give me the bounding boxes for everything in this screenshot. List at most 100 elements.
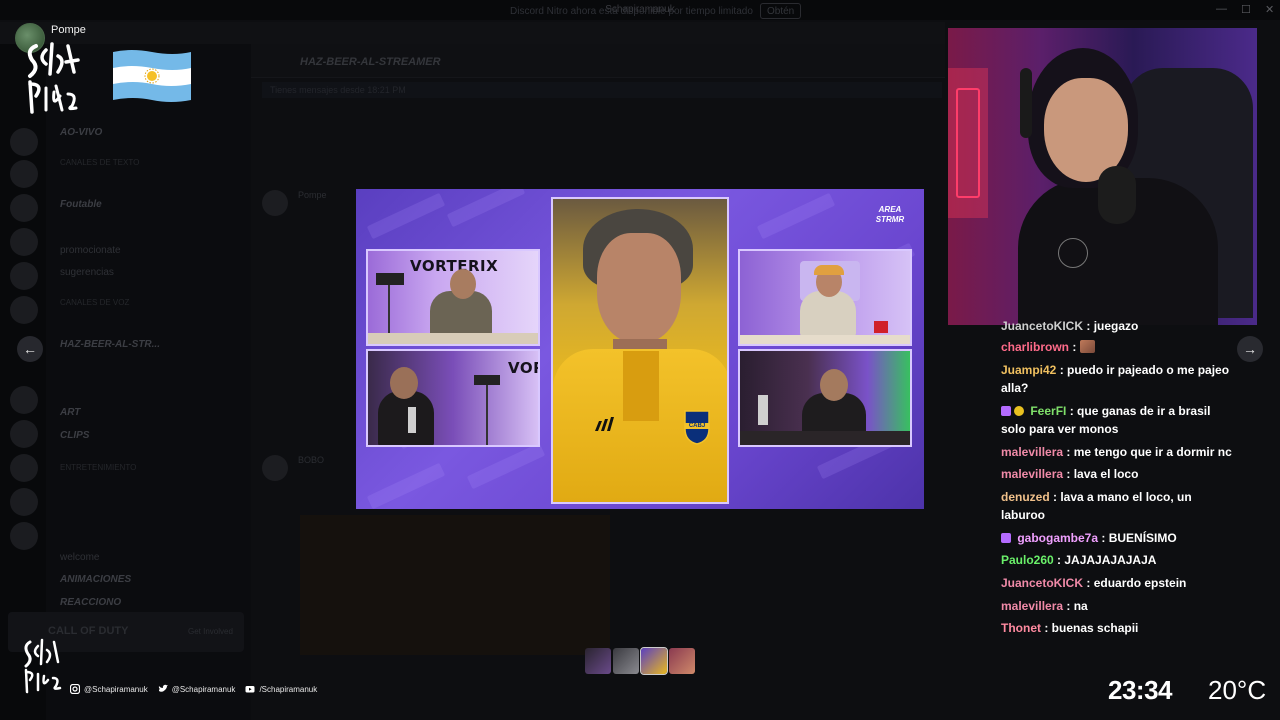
new-messages-text: Tienes mensajes desde 18:21 PM bbox=[270, 85, 406, 95]
minimize-icon[interactable]: — bbox=[1216, 3, 1227, 15]
stream-screenshot-viewer[interactable]: VORTERIX VOR CABJ bbox=[356, 189, 924, 509]
channel-item[interactable]: REACCIONO bbox=[60, 597, 121, 608]
chat-message: Paulo260 : JAJAJAJAJAJA bbox=[1001, 551, 1237, 569]
face bbox=[597, 233, 681, 343]
thumbnail-selected[interactable] bbox=[640, 647, 668, 675]
chat-text: : me tengo que ir a dormir nc bbox=[1066, 445, 1232, 459]
instagram-handle: @Schapiramanuk bbox=[84, 684, 148, 694]
chat-username[interactable]: JuancetoKICK bbox=[1001, 319, 1083, 333]
badge-line-1: AREA bbox=[878, 205, 902, 214]
chat-message: Thonet : buenas schapii bbox=[1001, 619, 1237, 637]
chat-username[interactable]: Paulo260 bbox=[1001, 553, 1054, 567]
server-icon[interactable] bbox=[10, 160, 38, 188]
schapira-logo bbox=[27, 42, 80, 114]
channel-header-title: HAZ-BEER-AL-STREAMER bbox=[300, 56, 441, 68]
channel-item[interactable]: Foutable bbox=[60, 199, 102, 210]
streamer-webcam bbox=[948, 28, 1257, 325]
chat-username[interactable]: gabogambe7a bbox=[1017, 531, 1098, 545]
avatar[interactable] bbox=[262, 455, 288, 481]
maximize-icon[interactable]: ☐ bbox=[1241, 3, 1251, 16]
chat-message: gabogambe7a : BUENÍSIMO bbox=[1001, 529, 1237, 547]
twitter-link[interactable]: @Schapiramanuk bbox=[158, 684, 235, 694]
podcast-camera-right-bottom bbox=[738, 349, 912, 447]
chat-message: JuancetoKICK : eduardo epstein bbox=[1001, 574, 1237, 592]
previous-arrow-icon[interactable]: ← bbox=[17, 336, 43, 362]
headphones bbox=[1020, 68, 1032, 138]
image-thumbnail-strip bbox=[585, 647, 695, 675]
crest-text: CABJ bbox=[688, 423, 706, 429]
chat-text: : eduardo epstein bbox=[1086, 576, 1187, 590]
message-image[interactable] bbox=[300, 515, 610, 655]
message-author[interactable]: BOBO bbox=[298, 455, 324, 465]
gold-badge-icon bbox=[1014, 406, 1024, 416]
chat-username[interactable]: malevillera bbox=[1001, 467, 1063, 481]
chat-message: JuancetoKICK : juegazo bbox=[1001, 318, 1237, 335]
chat-emote-icon bbox=[1079, 340, 1095, 353]
thumbnail[interactable] bbox=[613, 648, 639, 674]
thumbnail[interactable] bbox=[669, 648, 695, 674]
chat-text: : JAJAJAJAJAJA bbox=[1057, 553, 1157, 567]
stream-chat: JuancetoKICK : juegazo charlibrown : Jua… bbox=[1000, 318, 1240, 643]
channel-item[interactable]: promocionate bbox=[60, 245, 121, 256]
instagram-link[interactable]: @Schapiramanuk bbox=[70, 684, 148, 694]
chat-text: : bbox=[1072, 340, 1077, 354]
channel-item[interactable]: HAZ-BEER-AL-STR... bbox=[60, 339, 160, 350]
server-icon[interactable] bbox=[10, 296, 38, 324]
channel-category[interactable]: Entretenimiento bbox=[60, 463, 136, 472]
person-silhouette bbox=[378, 391, 434, 445]
close-icon[interactable]: ✕ bbox=[1265, 3, 1274, 16]
server-icon[interactable] bbox=[10, 454, 38, 482]
chat-text: : na bbox=[1066, 599, 1088, 613]
chat-text: : juegazo bbox=[1086, 319, 1139, 333]
server-icon[interactable] bbox=[10, 128, 38, 156]
chat-username[interactable]: malevillera bbox=[1001, 445, 1063, 459]
social-links: @Schapiramanuk @Schapiramanuk /Schapiram… bbox=[70, 683, 317, 695]
chat-text: : BUENÍSIMO bbox=[1101, 531, 1177, 545]
shelf-light bbox=[956, 88, 980, 198]
channel-item[interactable]: welcome bbox=[60, 552, 99, 563]
chat-username[interactable]: JuancetoKICK bbox=[1001, 576, 1083, 590]
game-activity-button[interactable]: Get Involved bbox=[188, 627, 233, 636]
server-icon[interactable] bbox=[10, 420, 38, 448]
server-icon[interactable] bbox=[10, 194, 38, 222]
avatar[interactable] bbox=[262, 190, 288, 216]
channel-item[interactable]: AO-VIVO bbox=[60, 127, 102, 138]
youtube-link[interactable]: /Schapiramanuk bbox=[245, 684, 317, 694]
chat-message: malevillera : na bbox=[1001, 597, 1237, 615]
chat-username[interactable]: Thonet bbox=[1001, 621, 1041, 635]
server-icon[interactable] bbox=[10, 386, 38, 414]
channel-item[interactable]: ANIMACIONES bbox=[60, 574, 131, 585]
podcast-camera-left-top: VORTERIX bbox=[366, 249, 540, 346]
chat-username[interactable]: Juampi42 bbox=[1001, 363, 1056, 377]
subscriber-badge-icon bbox=[1001, 406, 1011, 416]
channel-category[interactable]: Canales de voz bbox=[60, 298, 129, 307]
podcast-camera-left-bottom: VOR bbox=[366, 349, 540, 447]
server-icon[interactable] bbox=[10, 262, 38, 290]
area-streamer-badge: AREA STRMR bbox=[870, 205, 910, 235]
channel-item[interactable]: ART bbox=[60, 407, 80, 418]
youtube-icon bbox=[245, 686, 255, 693]
chat-text: : buenas schapii bbox=[1044, 621, 1139, 635]
channel-category[interactable]: Canales de texto bbox=[60, 158, 139, 167]
server-icon[interactable] bbox=[10, 488, 38, 516]
person-silhouette bbox=[800, 291, 856, 337]
message-author[interactable]: Pompe bbox=[298, 190, 327, 200]
chat-username[interactable]: charlibrown bbox=[1001, 340, 1069, 354]
thumbnail[interactable] bbox=[585, 648, 611, 674]
clock-time: 23:34 bbox=[1108, 675, 1173, 705]
chat-username[interactable]: FeerFI bbox=[1030, 404, 1066, 418]
channel-item[interactable]: sugerencias bbox=[60, 267, 114, 278]
notice-banner-button[interactable]: Obtén bbox=[760, 3, 802, 19]
podcast-camera-right-top bbox=[738, 249, 912, 346]
subscriber-badge-icon bbox=[1001, 533, 1011, 543]
server-icon[interactable] bbox=[10, 522, 38, 550]
chat-text: : lava el loco bbox=[1066, 467, 1139, 481]
next-arrow-icon[interactable]: → bbox=[1237, 336, 1263, 362]
channel-item[interactable]: CLIPS bbox=[60, 430, 89, 441]
server-icon[interactable] bbox=[10, 228, 38, 256]
badge-line-2: STRMR bbox=[875, 215, 905, 224]
temperature: 20°C bbox=[1208, 675, 1267, 705]
chat-username[interactable]: malevillera bbox=[1001, 599, 1063, 613]
chat-username[interactable]: denuzed bbox=[1001, 490, 1050, 504]
chat-message: malevillera : me tengo que ir a dormir n… bbox=[1001, 443, 1237, 461]
